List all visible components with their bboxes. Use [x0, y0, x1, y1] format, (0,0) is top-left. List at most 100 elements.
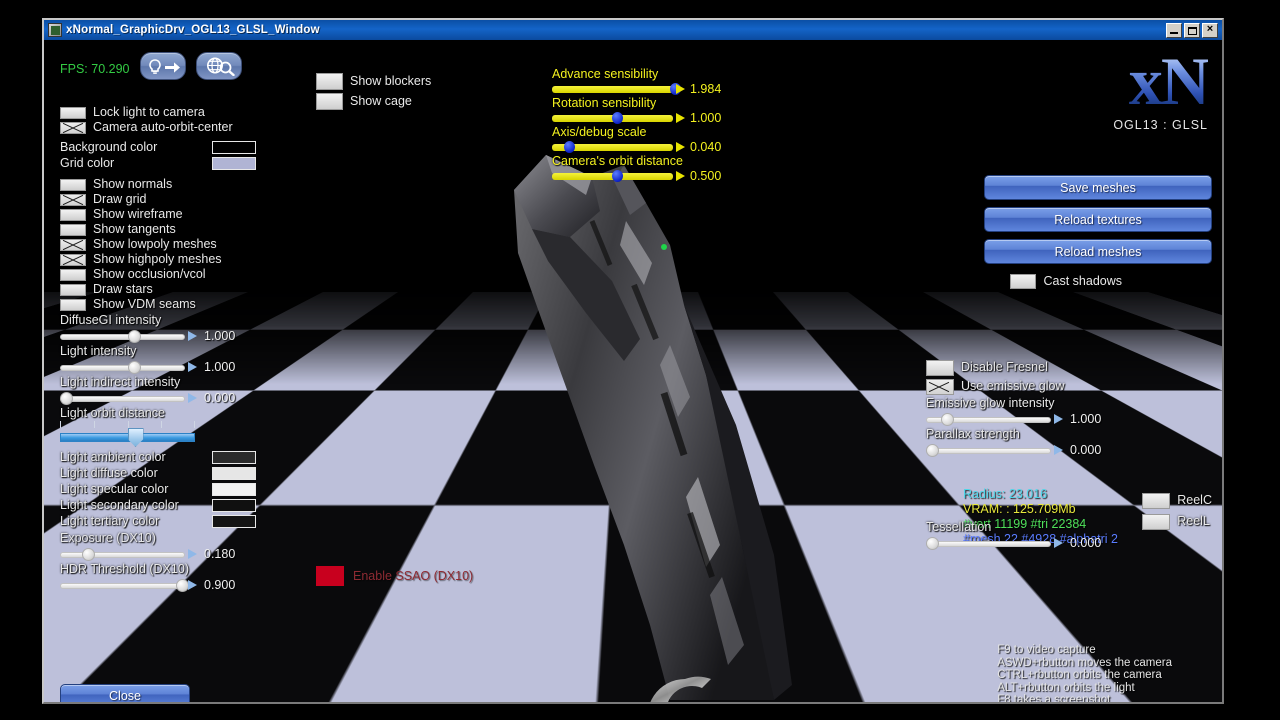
checkbox-show-lowpoly-meshes[interactable]: Show lowpoly meshes: [60, 237, 330, 252]
globe-search-icon[interactable]: [196, 52, 242, 80]
trackbar-light-orbit-distance[interactable]: [60, 421, 195, 447]
slider-knob[interactable]: [611, 112, 623, 124]
checkbox-draw-grid[interactable]: Draw grid: [60, 192, 330, 207]
reload-meshes-button[interactable]: Reload meshes: [984, 239, 1212, 264]
slider-knob[interactable]: [940, 413, 954, 426]
checkbox-box[interactable]: [60, 223, 86, 236]
reload-textures-button[interactable]: Reload textures: [984, 207, 1212, 232]
slider-camera-orbit-distance[interactable]: [552, 170, 685, 182]
save-meshes-button[interactable]: Save meshes: [984, 175, 1212, 200]
color-row-light-specular[interactable]: Light specular color: [60, 481, 330, 497]
checkbox-show-cage[interactable]: Show cage: [316, 91, 431, 111]
checkbox-lock-light-to-camera[interactable]: Lock light to camera: [60, 105, 330, 120]
checkbox-box[interactable]: [926, 378, 954, 395]
slider-diffusegi-intensity[interactable]: [60, 330, 197, 343]
color-row-light-ambient[interactable]: Light ambient color: [60, 449, 330, 465]
slider-advance-sensibility[interactable]: [552, 83, 685, 95]
slider-tessellation[interactable]: [926, 537, 1063, 550]
color-row-grid[interactable]: Grid color: [60, 155, 330, 171]
checkbox-disable-fresnel[interactable]: Disable Fresnel: [926, 358, 1176, 377]
checkbox-box[interactable]: [1142, 492, 1171, 509]
light-ambient-color-swatch[interactable]: [212, 450, 256, 464]
slider-parallax-strength[interactable]: [926, 444, 1063, 457]
slider-emissive-glow-intensity[interactable]: [926, 413, 1063, 426]
slider-rotation-sensibility[interactable]: [552, 112, 685, 124]
slider-knob[interactable]: [127, 330, 141, 343]
checkbox-show-highpoly-meshes[interactable]: Show highpoly meshes: [60, 252, 330, 267]
checkbox-box[interactable]: [60, 106, 86, 119]
slider-row-light-intensity[interactable]: 1.000: [60, 359, 330, 375]
slider-row-exposure[interactable]: 0.180: [60, 546, 330, 562]
color-row-light-secondary[interactable]: Light secondary color: [60, 497, 330, 513]
checkbox-show-normals[interactable]: Show normals: [60, 177, 330, 192]
light-diffuse-color-swatch[interactable]: [212, 466, 256, 480]
checkbox-camera-auto-orbit-center[interactable]: Camera auto-orbit-center: [60, 120, 330, 135]
slider-light-intensity[interactable]: [60, 361, 197, 374]
slider-row-advance-sensibility[interactable]: 1.984: [552, 82, 721, 96]
slider-hdr-threshold-dx10[interactable]: [60, 579, 197, 592]
slider-knob[interactable]: [81, 548, 95, 561]
checkbox-box[interactable]: [60, 298, 86, 311]
checkbox-show-vdm-seams[interactable]: Show VDM seams: [60, 297, 330, 312]
color-row-background[interactable]: Background color: [60, 139, 330, 155]
slider-knob[interactable]: [563, 141, 575, 153]
slider-exposure-dx10[interactable]: [60, 548, 197, 561]
title-bar[interactable]: xNormal_GraphicDrv_OGL13_GLSL_Window ×: [44, 20, 1222, 40]
light-to-camera-icon[interactable]: [140, 52, 186, 80]
light-tertiary-color-swatch[interactable]: [212, 514, 256, 528]
checkbox-show-wireframe[interactable]: Show wireframe: [60, 207, 330, 222]
close-button[interactable]: Close: [60, 684, 190, 702]
checkbox-box[interactable]: [60, 238, 86, 251]
checkbox-cast-shadows[interactable]: Cast shadows: [1010, 274, 1122, 289]
grid-color-swatch[interactable]: [212, 156, 256, 170]
checkbox-reelc[interactable]: ReelC: [1142, 490, 1212, 511]
slider-light-indirect-intensity[interactable]: [60, 392, 197, 405]
slider-row-emissive-glow[interactable]: 1.000: [926, 411, 1176, 427]
trackbar-thumb[interactable]: [127, 428, 144, 447]
slider-knob[interactable]: [127, 361, 141, 374]
checkbox-draw-stars[interactable]: Draw stars: [60, 282, 330, 297]
slider-arrow-icon: [188, 549, 197, 559]
slider-row-rotation-sensibility[interactable]: 1.000: [552, 111, 721, 125]
slider-row-parallax-strength[interactable]: 0.000: [926, 442, 1176, 458]
close-window-button[interactable]: ×: [1202, 22, 1218, 38]
slider-axis-debug-scale[interactable]: [552, 141, 685, 153]
close-icon: ×: [1206, 22, 1214, 35]
slider-row-tessellation[interactable]: 0.000: [926, 535, 1176, 551]
light-secondary-color-swatch[interactable]: [212, 498, 256, 512]
checkbox-use-emissive-glow[interactable]: Use emissive glow: [926, 377, 1176, 396]
slider-knob[interactable]: [926, 537, 939, 550]
cast-shadows-row[interactable]: Cast shadows: [1010, 274, 1122, 289]
color-row-light-tertiary[interactable]: Light tertiary color: [60, 513, 330, 529]
checkbox-show-blockers[interactable]: Show blockers: [316, 71, 431, 91]
checkbox-box[interactable]: [60, 121, 86, 134]
checkbox-box[interactable]: [60, 208, 86, 221]
color-row-light-diffuse[interactable]: Light diffuse color: [60, 465, 330, 481]
checkbox-show-occlusion-vcol[interactable]: Show occlusion/vcol: [60, 267, 330, 282]
slider-row-light-indirect[interactable]: 0.000: [60, 390, 330, 406]
checkbox-box[interactable]: [316, 92, 343, 110]
slider-knob[interactable]: [611, 170, 623, 182]
slider-knob[interactable]: [926, 444, 939, 457]
viewport-client-area[interactable]: FPS: 70.290 Lock light to camera Camera …: [44, 40, 1222, 702]
slider-knob[interactable]: [60, 392, 73, 405]
minimize-button[interactable]: [1166, 22, 1182, 38]
checkbox-show-tangents[interactable]: Show tangents: [60, 222, 330, 237]
checkbox-box[interactable]: [1010, 274, 1037, 289]
checkbox-box[interactable]: [316, 72, 343, 90]
checkbox-box[interactable]: [926, 359, 954, 376]
ssao-color-swatch[interactable]: [316, 566, 344, 586]
checkbox-box[interactable]: [60, 253, 86, 266]
checkbox-box[interactable]: [60, 193, 86, 206]
ssao-row[interactable]: Enable SSAO (DX10): [316, 566, 473, 586]
slider-row-camera-orbit-distance[interactable]: 0.500: [552, 169, 721, 183]
light-specular-color-swatch[interactable]: [212, 482, 256, 496]
background-color-swatch[interactable]: [212, 140, 256, 154]
checkbox-box[interactable]: [60, 178, 86, 191]
checkbox-box[interactable]: [60, 268, 86, 281]
checkbox-box[interactable]: [60, 283, 86, 296]
maximize-button[interactable]: [1184, 22, 1200, 38]
slider-row-diffusegi[interactable]: 1.000: [60, 328, 330, 344]
slider-row-axis-debug-scale[interactable]: 0.040: [552, 140, 721, 154]
slider-row-hdr-threshold[interactable]: 0.900: [60, 577, 330, 593]
